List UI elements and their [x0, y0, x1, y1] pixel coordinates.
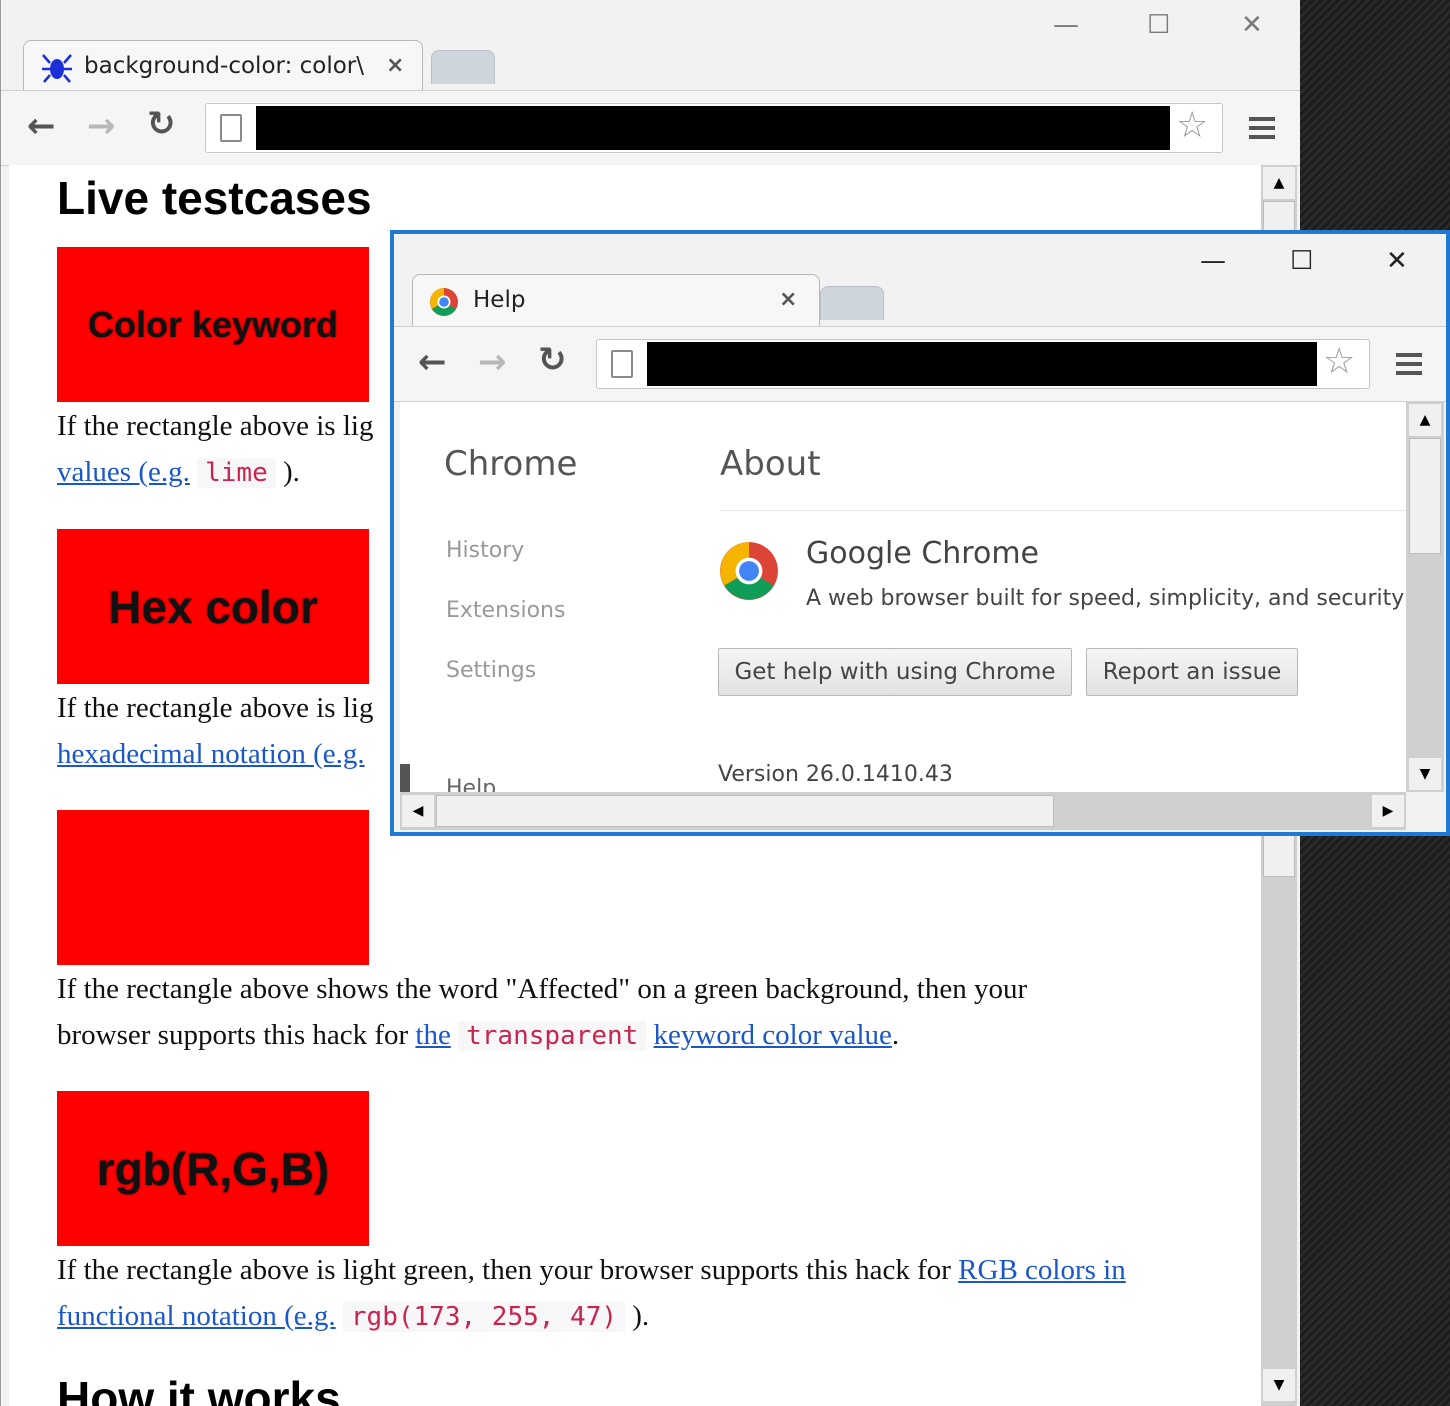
paragraph-rgb: If the rectangle above is light green, t…	[57, 1247, 1126, 1340]
link-rgb-colors[interactable]: RGB colors in	[958, 1254, 1126, 1286]
new-tab-button[interactable]	[431, 50, 495, 84]
sidebar-item-extensions[interactable]: Extensions	[446, 598, 565, 623]
scroll-down-arrow-icon[interactable]: ▼	[1263, 1369, 1295, 1401]
tab-close-button[interactable]: ×	[386, 53, 404, 78]
help-horizontal-scrollbar[interactable]: ◀ ▶	[400, 792, 1406, 830]
paragraph-keyword: If the rectangle above is lig values (e.…	[57, 403, 373, 496]
help-toolbar: ← → ↻ ☆	[394, 326, 1446, 402]
product-tagline: A web browser built for speed, simplicit…	[806, 586, 1405, 611]
sidebar-title: Chrome	[444, 444, 578, 484]
chrome-favicon-icon	[430, 288, 458, 316]
scroll-down-arrow-icon[interactable]: ▼	[1409, 758, 1441, 790]
help-hscrollbar-thumb[interactable]	[436, 795, 1054, 827]
paragraph-transparent: If the rectangle above shows the word "A…	[57, 966, 1027, 1059]
page-icon	[611, 350, 633, 378]
paragraph-text: If the rectangle above shows the word "A…	[57, 973, 1028, 1005]
minimize-button[interactable]: —	[1053, 10, 1079, 40]
reload-icon[interactable]: ↻	[147, 107, 176, 141]
tab-title: Help	[473, 287, 526, 313]
redacted-url	[256, 106, 1170, 150]
chrome-logo-icon	[720, 542, 778, 600]
back-toolbar: ← → ↻ ☆	[1, 90, 1300, 166]
sidebar-item-help[interactable]: Help	[446, 776, 496, 792]
testcase-box-hex: Hex color	[57, 529, 369, 684]
scroll-right-arrow-icon[interactable]: ▶	[1372, 795, 1404, 827]
bookmark-star-icon[interactable]: ☆	[1176, 108, 1208, 144]
tab-background-color[interactable]: background-color: color\ ×	[23, 40, 423, 94]
maximize-button[interactable]: ☐	[1147, 10, 1170, 40]
bookmark-star-icon[interactable]: ☆	[1323, 344, 1355, 380]
help-page-content: Chrome History Extensions Settings Help …	[400, 402, 1406, 792]
code-rgb: rgb(173, 255, 47)	[342, 1302, 626, 1332]
link-the[interactable]: the	[415, 1019, 450, 1051]
tab-title: background-color: color\	[84, 53, 365, 79]
page-heading: Live testcases	[57, 172, 372, 224]
paragraph-tail: ).	[283, 456, 300, 488]
sidebar-item-history[interactable]: History	[446, 538, 524, 563]
paragraph-hex: If the rectangle above is lig hexadecima…	[57, 685, 373, 777]
paragraph-tail: ).	[632, 1300, 650, 1332]
get-help-button[interactable]: Get help with using Chrome	[718, 648, 1072, 696]
forward-arrow-icon[interactable]: →	[87, 109, 116, 143]
scroll-left-arrow-icon[interactable]: ◀	[402, 795, 434, 827]
about-heading: About	[720, 444, 821, 484]
paragraph-text: If the rectangle above is lig	[57, 410, 374, 442]
forward-arrow-icon[interactable]: →	[478, 345, 507, 379]
spider-favicon-icon	[42, 54, 72, 83]
help-scrollbar-thumb[interactable]	[1409, 438, 1441, 554]
testcase-box-keyword: Color keyword	[57, 247, 369, 402]
link-keyword-color-value[interactable]: keyword color value	[654, 1019, 892, 1051]
close-window-button[interactable]: ✕	[1386, 246, 1408, 276]
address-bar[interactable]: ☆	[596, 339, 1370, 389]
paragraph-text: If the rectangle above is lig	[57, 692, 374, 724]
sidebar-selection-marker	[400, 764, 410, 792]
back-arrow-icon[interactable]: ←	[27, 109, 56, 143]
reload-icon[interactable]: ↻	[538, 343, 567, 377]
close-window-button[interactable]: ✕	[1241, 10, 1263, 40]
tab-help[interactable]: Help ×	[412, 274, 820, 328]
testcase-box-rgb: rgb(R,G,B)	[57, 1091, 369, 1246]
back-arrow-icon[interactable]: ←	[418, 345, 447, 379]
scroll-up-arrow-icon[interactable]: ▲	[1409, 404, 1441, 436]
sidebar-item-settings[interactable]: Settings	[446, 658, 536, 683]
testcase-box-transparent	[57, 810, 369, 965]
code-lime: lime	[197, 458, 276, 488]
product-name: Google Chrome	[806, 536, 1039, 571]
paragraph-text: If the rectangle above is light green, t…	[57, 1254, 951, 1286]
about-divider	[720, 510, 1406, 511]
report-issue-button[interactable]: Report an issue	[1086, 648, 1298, 696]
tab-close-button[interactable]: ×	[779, 287, 797, 312]
link-hex-notation[interactable]: hexadecimal notation (e.g.	[57, 738, 365, 770]
link-keyword-values[interactable]: values (e.g.	[57, 456, 190, 488]
how-it-works-heading: How it works	[57, 1372, 341, 1406]
redacted-url	[647, 342, 1317, 386]
address-bar[interactable]: ☆	[205, 103, 1223, 153]
link-functional-notation[interactable]: functional notation (e.g.	[57, 1300, 336, 1332]
menu-icon[interactable]	[1249, 117, 1275, 139]
version-text: Version 26.0.1410.43	[718, 762, 953, 787]
scroll-up-arrow-icon[interactable]: ▲	[1263, 167, 1295, 199]
new-tab-button[interactable]	[820, 286, 884, 320]
page-icon	[220, 114, 242, 142]
help-vertical-scrollbar[interactable]: ▲ ▼	[1406, 402, 1444, 792]
menu-icon[interactable]	[1396, 353, 1422, 375]
maximize-button[interactable]: ☐	[1290, 246, 1313, 276]
help-browser-window: — ☐ ✕ Help × ← → ↻ ☆ Chrome History Exte…	[390, 230, 1450, 836]
paragraph-text: browser supports this hack for	[57, 1019, 409, 1051]
minimize-button[interactable]: —	[1200, 246, 1226, 276]
paragraph-tail: .	[891, 1019, 900, 1051]
code-transparent: transparent	[458, 1021, 647, 1051]
